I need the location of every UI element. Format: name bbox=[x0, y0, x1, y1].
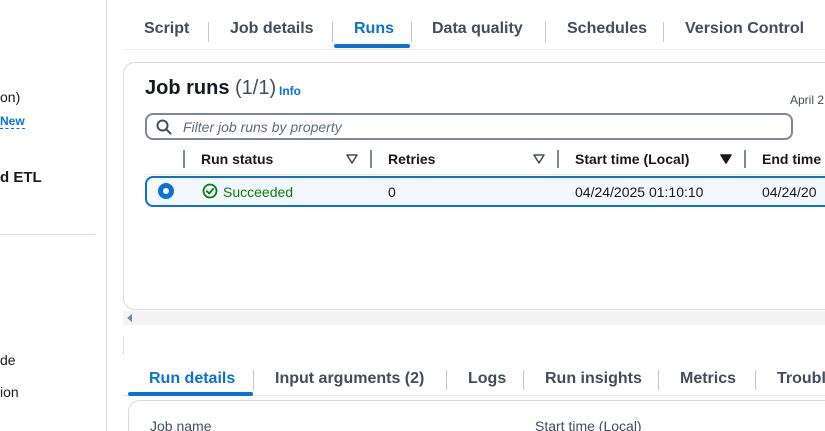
retries-value: 0 bbox=[388, 184, 396, 200]
active-tab-indicator bbox=[334, 44, 410, 48]
tab-run-insights[interactable]: Run insights bbox=[545, 370, 642, 388]
tab-divider bbox=[208, 22, 209, 42]
sort-descending-icon[interactable] bbox=[720, 154, 732, 164]
info-link[interactable]: Info bbox=[279, 84, 301, 98]
run-detail-tabs: Run details Input arguments (2) Logs Run… bbox=[123, 360, 825, 396]
sidebar-item[interactable]: ion bbox=[0, 384, 19, 400]
run-details-panel: Job name Start time (Local) bbox=[128, 400, 825, 431]
job-tabs: Script Job details Runs Data quality Sch… bbox=[123, 10, 825, 50]
sidebar-item[interactable]: de bbox=[0, 352, 16, 368]
filter-box[interactable] bbox=[145, 113, 793, 140]
tab-metrics[interactable]: Metrics bbox=[680, 370, 736, 388]
run-status-value: Succeeded bbox=[223, 184, 294, 200]
job-runs-panel: Job runs (1/1) Info April 2 Run status R… bbox=[123, 62, 825, 310]
tab-run-details[interactable]: Run details bbox=[149, 370, 235, 388]
column-header-start-time[interactable]: Start time (Local) bbox=[575, 151, 689, 167]
start-time-label: Start time (Local) bbox=[535, 418, 642, 431]
tab-script[interactable]: Script bbox=[144, 20, 189, 38]
filter-input[interactable] bbox=[183, 117, 783, 136]
success-check-icon bbox=[202, 183, 218, 199]
sidebar-text: on) bbox=[0, 89, 21, 105]
sort-icon[interactable] bbox=[533, 154, 545, 164]
row-select-radio[interactable] bbox=[158, 183, 174, 199]
start-time-value: 04/24/2025 01:10:10 bbox=[575, 184, 704, 200]
job-runs-heading: Job runs (1/1) bbox=[145, 77, 276, 100]
header-divider bbox=[145, 174, 825, 175]
tab-divider bbox=[755, 370, 756, 390]
column-divider bbox=[370, 150, 372, 168]
job-runs-count: (1/1) bbox=[235, 77, 277, 99]
tab-runs[interactable]: Runs bbox=[354, 20, 394, 38]
tab-divider bbox=[663, 22, 664, 42]
tab-input-arguments[interactable]: Input arguments (2) bbox=[275, 370, 424, 388]
section-divider bbox=[123, 336, 124, 354]
tab-divider bbox=[253, 370, 254, 390]
tab-data-quality[interactable]: Data quality bbox=[432, 20, 523, 38]
new-link[interactable]: New bbox=[0, 114, 25, 129]
search-icon bbox=[156, 119, 172, 135]
tab-divider bbox=[332, 22, 333, 42]
tab-troubleshooting[interactable]: Troubl bbox=[777, 370, 825, 388]
scroll-left-icon[interactable] bbox=[127, 314, 132, 322]
column-header-retries[interactable]: Retries bbox=[388, 151, 435, 167]
tab-schedules[interactable]: Schedules bbox=[567, 20, 647, 38]
tab-job-details[interactable]: Job details bbox=[230, 20, 314, 38]
tab-divider bbox=[523, 370, 524, 390]
tab-divider bbox=[446, 370, 447, 390]
tab-divider bbox=[545, 22, 546, 42]
left-sidebar: on) New d ETL de ion bbox=[0, 0, 107, 431]
column-divider bbox=[744, 150, 746, 168]
sidebar-divider bbox=[0, 234, 95, 235]
tab-logs[interactable]: Logs bbox=[468, 370, 506, 388]
column-header-end-time[interactable]: End time ( bbox=[762, 151, 825, 167]
column-divider bbox=[183, 150, 185, 168]
column-divider bbox=[557, 150, 559, 168]
job-name-label: Job name bbox=[150, 418, 212, 431]
tab-version-control[interactable]: Version Control bbox=[685, 20, 804, 38]
job-runs-title: Job runs bbox=[145, 77, 230, 99]
table-row[interactable]: Succeeded 0 04/24/2025 01:10:10 04/24/20 bbox=[145, 176, 825, 207]
tab-divider bbox=[658, 370, 659, 390]
end-time-value: 04/24/20 bbox=[762, 184, 817, 200]
tab-divider bbox=[411, 22, 412, 42]
date-range-hint: April 2 bbox=[790, 93, 825, 107]
sort-icon[interactable] bbox=[346, 154, 358, 164]
active-tab-indicator bbox=[128, 392, 253, 396]
horizontal-scrollbar[interactable] bbox=[123, 311, 825, 325]
column-header-run-status[interactable]: Run status bbox=[201, 151, 273, 167]
sidebar-job-title: d ETL bbox=[0, 169, 42, 186]
